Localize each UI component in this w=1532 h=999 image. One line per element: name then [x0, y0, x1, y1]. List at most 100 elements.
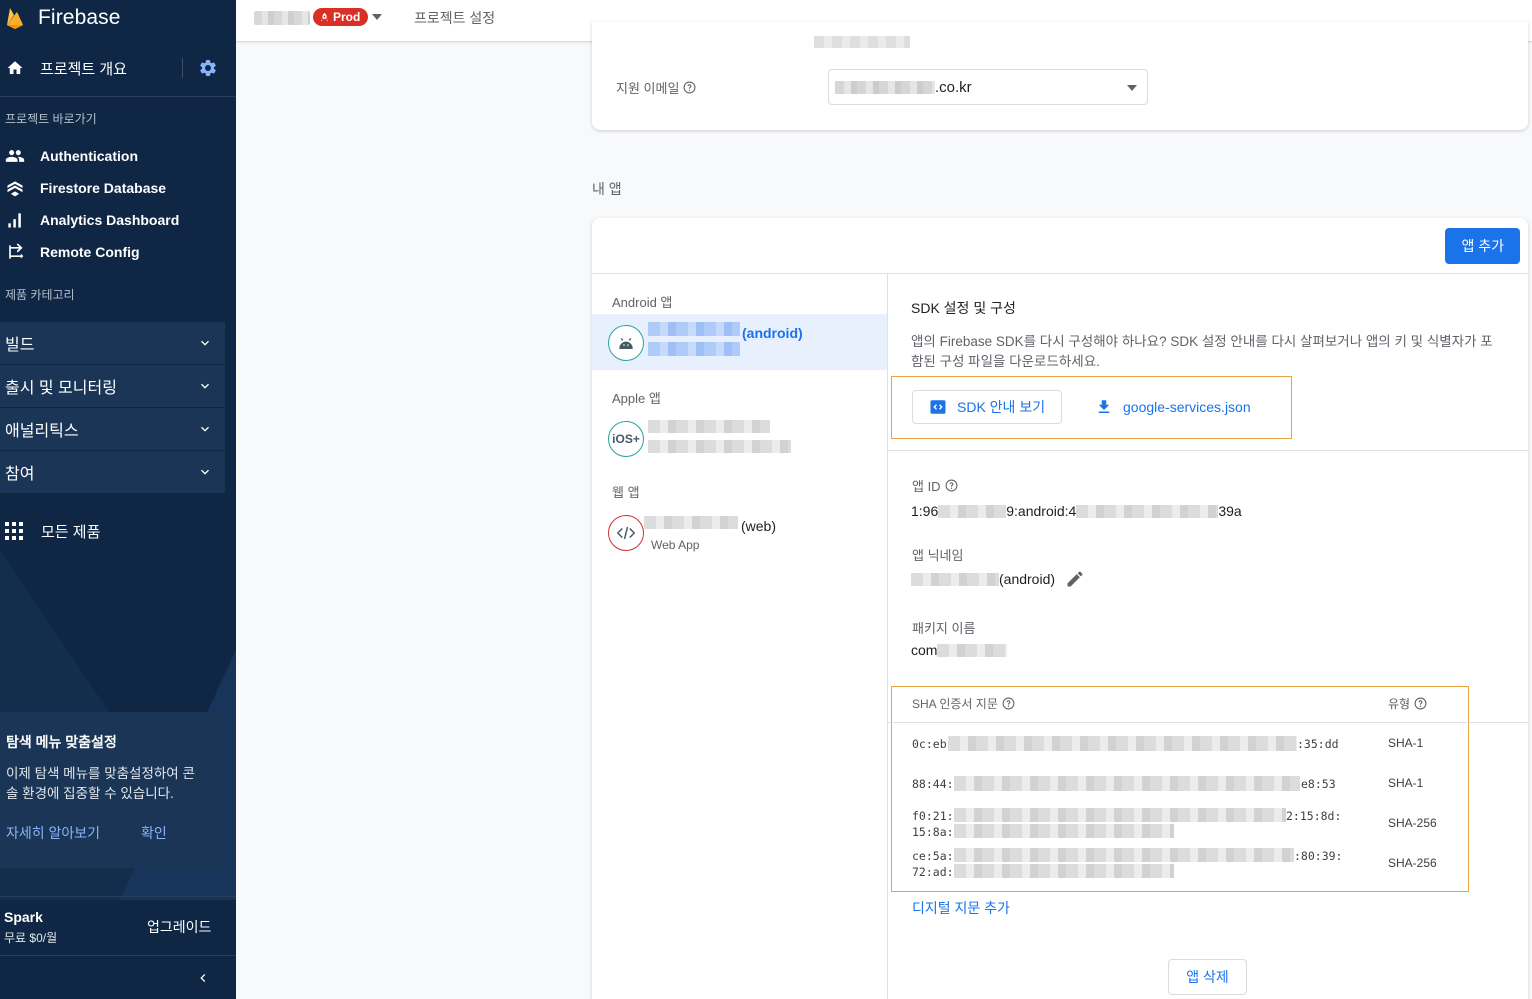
- sidebar-item-authentication[interactable]: Authentication: [0, 141, 236, 171]
- cut-off-field-label: [616, 30, 686, 44]
- web-apps-heading: 웹 앱: [612, 485, 640, 500]
- apple-apps-heading: Apple 앱: [612, 391, 661, 406]
- delete-app-button[interactable]: 앱 삭제: [1168, 959, 1247, 995]
- type-header: 유형: [1388, 695, 1427, 712]
- apps-grid-icon: [5, 522, 23, 540]
- app-id-prefix: 1:96: [911, 503, 939, 519]
- sidebar-item-analytics-dashboard[interactable]: Analytics Dashboard: [0, 205, 236, 235]
- dropdown-arrow-icon: [1127, 85, 1137, 91]
- gear-icon[interactable]: [198, 58, 218, 78]
- env-badge-label: Prod: [333, 10, 361, 24]
- sha-start-line2: 72:ad:: [912, 865, 954, 879]
- my-apps-heading: 내 앱: [592, 181, 622, 197]
- package-prefix: com: [911, 642, 938, 658]
- customize-card-body: 이제 탐색 메뉴를 맞춤설정하여 콘솔 환경에 집중할 수 있습니다.: [6, 766, 195, 801]
- redacted-value: [954, 824, 1174, 838]
- firebase-brand[interactable]: Firebase: [0, 0, 121, 36]
- sha-end: e8:53: [1301, 777, 1336, 791]
- sha-fingerprint-row[interactable]: 0c:eb: [912, 736, 947, 752]
- category-build[interactable]: 빌드: [0, 322, 225, 364]
- app-id-value: 1:96 9:android:4 39a: [911, 503, 1242, 519]
- ios-icon: iOS+: [608, 421, 644, 457]
- add-app-button[interactable]: 앱 추가: [1445, 228, 1520, 264]
- ios-app-item[interactable]: iOS+: [592, 410, 887, 466]
- sidebar-item-label: Authentication: [40, 148, 138, 164]
- plan-section: Spark 무료 $0/월 업그레이드: [0, 896, 236, 954]
- support-email-label-text: 지원 이메일: [616, 81, 680, 96]
- all-products-link[interactable]: 모든 제품: [0, 514, 236, 548]
- help-icon[interactable]: [1414, 697, 1427, 710]
- sha-start: f0:21:: [912, 809, 954, 823]
- sha-header: SHA 인증서 지문: [912, 695, 1015, 712]
- web-app-item[interactable]: (web) Web App: [592, 504, 887, 560]
- download-config-label: google-services.json: [1123, 399, 1251, 415]
- env-badge[interactable]: Prod: [313, 8, 369, 26]
- android-app-name: (android): [742, 325, 803, 341]
- redacted-value: [954, 848, 1294, 862]
- help-icon[interactable]: [1002, 697, 1015, 710]
- categories-heading: 제품 카테고리: [5, 288, 75, 302]
- type-header-text: 유형: [1388, 697, 1411, 711]
- sdk-guide-button[interactable]: SDK 안내 보기: [912, 390, 1063, 424]
- sha-type: SHA-256: [1388, 856, 1437, 870]
- code-window-icon: [930, 400, 946, 414]
- help-icon[interactable]: [683, 81, 696, 94]
- package-name-label: 패키지 이름: [912, 621, 976, 636]
- web-app-subtitle: Web App: [651, 538, 700, 552]
- android-apps-heading: Android 앱: [612, 295, 673, 310]
- upgrade-button[interactable]: 업그레이드: [147, 917, 211, 937]
- project-overview-label: 프로젝트 개요: [40, 60, 127, 78]
- category-engage[interactable]: 참여: [0, 451, 225, 493]
- sidebar-item-remote-config[interactable]: Remote Config: [0, 237, 236, 267]
- project-settings-card: 지원 이메일 .co.kr: [592, 22, 1528, 130]
- redacted-value: [911, 572, 999, 586]
- project-name-redacted[interactable]: [254, 11, 310, 25]
- divider: [592, 273, 1528, 274]
- plan-name: Spark: [4, 909, 43, 925]
- redacted-value: [835, 80, 935, 94]
- collapse-sidebar-button[interactable]: [0, 955, 236, 999]
- plan-price: 무료 $0/월: [4, 931, 58, 945]
- code-icon: [608, 515, 644, 551]
- sidebar-item-label: Remote Config: [40, 244, 140, 260]
- download-icon: [1098, 400, 1110, 413]
- project-overview-link[interactable]: 프로젝트 개요: [0, 48, 236, 88]
- app-nickname-suffix: (android): [999, 571, 1056, 587]
- download-config-button[interactable]: google-services.json: [1095, 398, 1251, 416]
- android-icon: [608, 325, 644, 361]
- redacted-value: [954, 776, 1300, 791]
- shortcuts-heading: 프로젝트 바로가기: [5, 112, 97, 126]
- sha-start: 88:44:: [912, 777, 954, 791]
- home-icon: [7, 61, 23, 74]
- sidebar-item-firestore[interactable]: Firestore Database: [0, 173, 236, 203]
- support-email-select[interactable]: .co.kr: [828, 69, 1148, 105]
- rocket-icon: [321, 12, 328, 22]
- app-nickname-label: 앱 닉네임: [912, 548, 964, 563]
- sha-fingerprint-row[interactable]: ce:5a:: [912, 848, 954, 864]
- add-fingerprint-link[interactable]: 디지털 지문 추가: [912, 898, 1010, 918]
- sdk-section-title: SDK 설정 및 구성: [911, 300, 1016, 316]
- sha-fingerprint-row[interactable]: f0:21:: [912, 808, 954, 824]
- bar-chart-icon: [8, 213, 21, 228]
- firestore-icon: [7, 181, 23, 197]
- android-app-item[interactable]: (android): [592, 314, 887, 370]
- category-release-monitor[interactable]: 출시 및 모니터링: [0, 365, 225, 407]
- sdk-description: 앱의 Firebase SDK를 다시 구성해야 하나요? SDK 설정 안내를…: [911, 334, 1493, 369]
- edit-pencil-icon[interactable]: [1065, 569, 1085, 589]
- remote-config-icon: [9, 243, 24, 259]
- sha-end: 2:15:8d:: [1286, 809, 1342, 823]
- help-icon[interactable]: [945, 479, 958, 492]
- redacted-value: [954, 864, 1174, 878]
- divider: [888, 450, 1528, 451]
- confirm-link[interactable]: 확인: [141, 823, 167, 843]
- chevron-left-icon: [200, 974, 206, 982]
- sha-fingerprint-row[interactable]: 88:44:: [912, 776, 954, 792]
- learn-more-link[interactable]: 자세히 알아보기: [6, 823, 100, 843]
- redacted-value: [648, 420, 770, 433]
- caret-down-icon[interactable]: [371, 12, 383, 22]
- redacted-value: [814, 36, 910, 48]
- sidebar: Firebase 프로젝트 개요 프로젝트 바로가기 Authenticatio…: [0, 0, 236, 999]
- category-analytics[interactable]: 애널리틱스: [0, 408, 225, 450]
- package-name-value: com: [911, 642, 1008, 658]
- redacted-value: [648, 322, 740, 336]
